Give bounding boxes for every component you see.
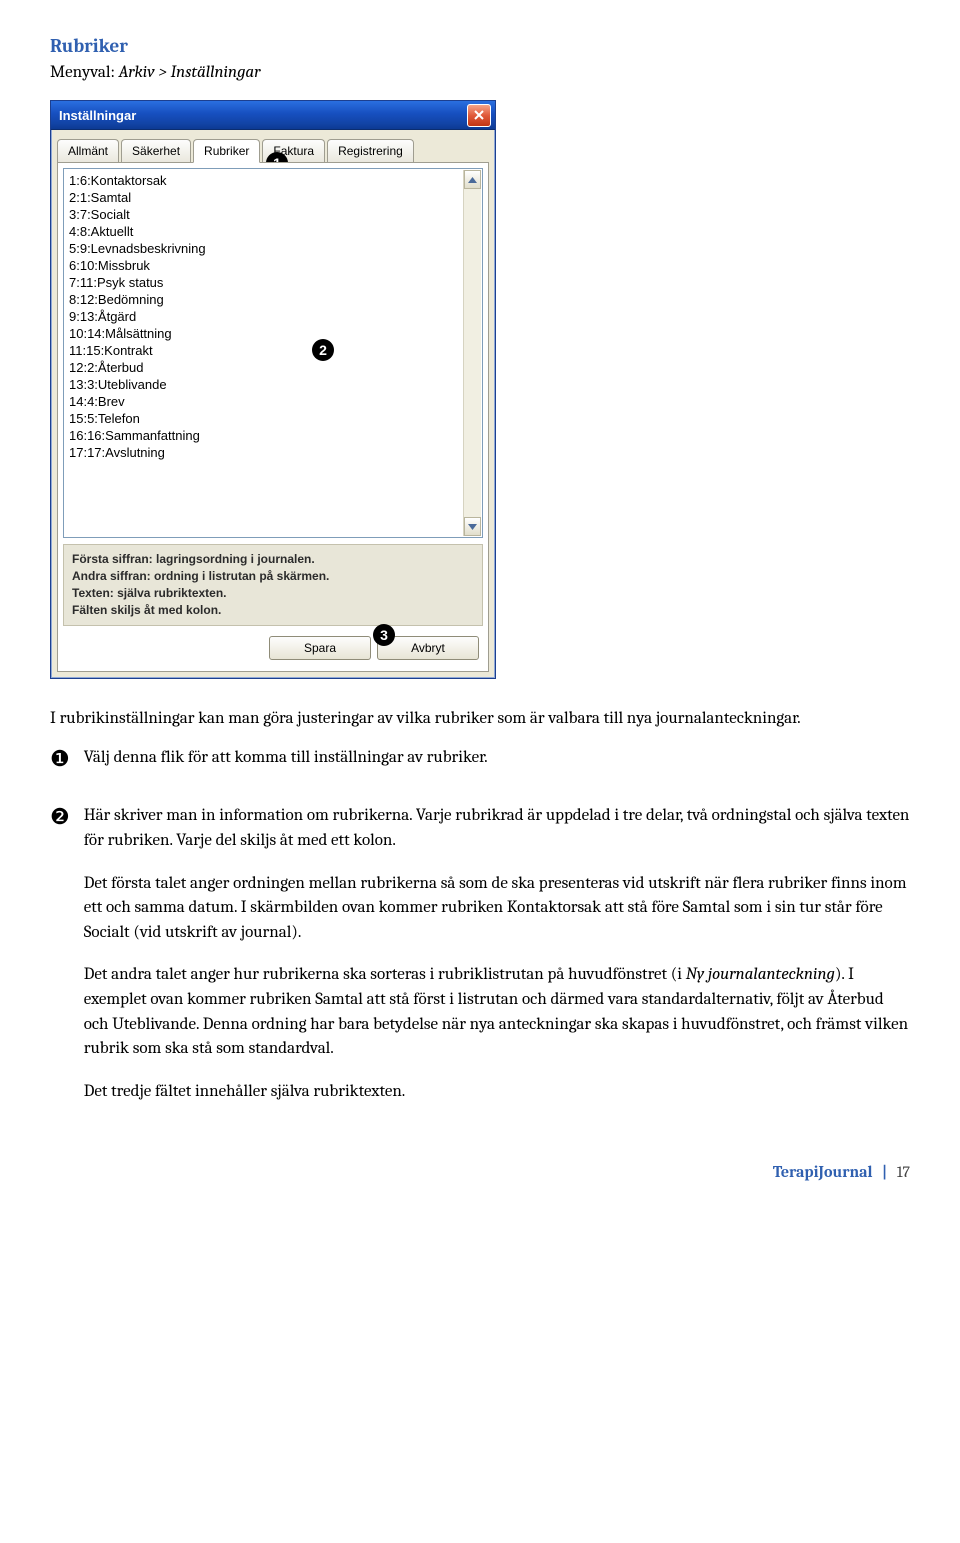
breadcrumb-prefix: Menyval: — [50, 63, 119, 82]
scrollbar[interactable] — [463, 170, 481, 536]
item-2-p4: Det tredje fältet innehåller själva rubr… — [84, 1080, 910, 1105]
item-2-p2: Det första talet anger ordningen mellan … — [84, 872, 910, 946]
tab-panel: 1:6:Kontaktorsak 2:1:Samtal 3:7:Socialt … — [57, 162, 489, 672]
tab-rubriker[interactable]: Rubriker — [193, 139, 260, 163]
chevron-up-icon — [468, 177, 477, 183]
footer-page: 17 — [897, 1163, 910, 1181]
section-title: Rubriker — [50, 35, 910, 57]
titlebar[interactable]: Inställningar — [51, 101, 495, 130]
breadcrumb: Menyval: Arkiv > Inställningar — [50, 63, 910, 82]
tabbar: Allmänt Säkerhet Rubriker Faktura Regist… — [51, 130, 495, 162]
item-1-text: Välj denna flik för att komma till instä… — [84, 746, 910, 771]
scroll-up-button[interactable] — [464, 170, 481, 189]
item-1-badge: ❶ — [50, 748, 70, 789]
footer-separator: | — [882, 1163, 887, 1181]
info-line: Texten: själva rubriktexten. — [72, 585, 474, 602]
info-line: Andra siffran: ordning i listrutan på sk… — [72, 568, 474, 585]
intro-paragraph: I rubrikinställningar kan man göra juste… — [50, 707, 910, 732]
button-row: 3 Spara Avbryt — [63, 626, 483, 666]
item-2-p1: Här skriver man in information om rubrik… — [84, 804, 910, 853]
callout-2: 2 — [312, 339, 334, 361]
item-2-p3-a: Det andra talet anger hur rubrikerna ska… — [84, 965, 686, 984]
info-line: Fälten skiljs åt med kolon. — [72, 602, 474, 619]
item-2-p3-em: Ny journalanteckning — [686, 965, 835, 984]
footer: TerapiJournal | 17 — [50, 1163, 910, 1181]
scroll-track[interactable] — [464, 189, 481, 517]
close-button[interactable] — [467, 104, 491, 127]
rubriker-textarea[interactable]: 1:6:Kontaktorsak 2:1:Samtal 3:7:Socialt … — [63, 168, 483, 538]
close-icon — [474, 110, 484, 120]
tab-allmant[interactable]: Allmänt — [57, 139, 119, 163]
item-2-badge: ❷ — [50, 806, 70, 1122]
tab-registrering[interactable]: Registrering — [327, 139, 414, 163]
item-2-p3: Det andra talet anger hur rubrikerna ska… — [84, 963, 910, 1062]
info-block: Första siffran: lagringsordning i journa… — [63, 544, 483, 626]
chevron-down-icon — [468, 524, 477, 530]
window-title: Inställningar — [59, 108, 467, 123]
footer-brand: TerapiJournal — [773, 1163, 873, 1181]
breadcrumb-path: Arkiv > Inställningar — [119, 63, 261, 82]
scroll-down-button[interactable] — [464, 517, 481, 536]
save-button[interactable]: Spara — [269, 636, 371, 660]
info-line: Första siffran: lagringsordning i journa… — [72, 551, 474, 568]
callout-3: 3 — [373, 624, 395, 646]
tab-sakerhet[interactable]: Säkerhet — [121, 139, 191, 163]
settings-window: Inställningar Allmänt Säkerhet Rubriker … — [50, 100, 496, 679]
